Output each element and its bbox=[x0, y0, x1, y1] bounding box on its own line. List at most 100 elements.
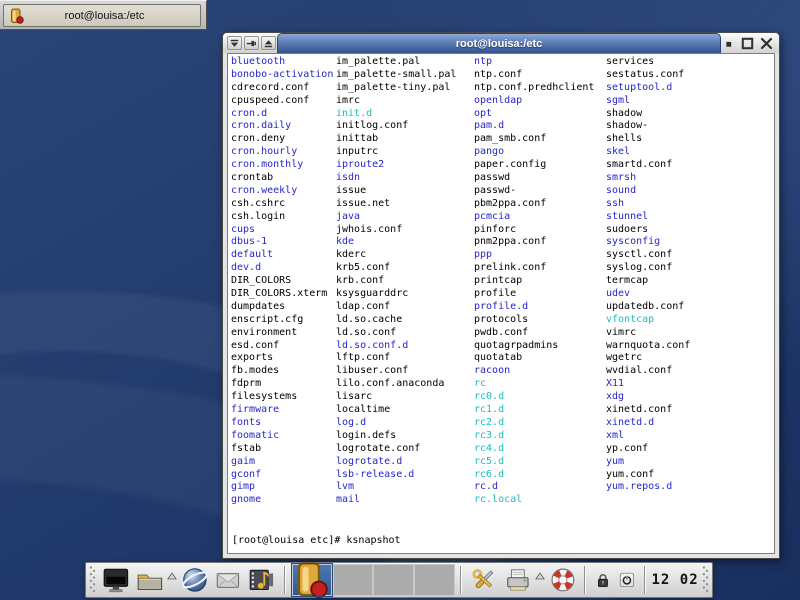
file-entry: lsb-release.d bbox=[336, 469, 456, 482]
system-settings-launcher[interactable] bbox=[469, 565, 499, 595]
file-entry: wgetrc bbox=[606, 352, 690, 365]
window-title-tab[interactable]: root@louisa:/etc bbox=[277, 33, 721, 53]
file-entry: issue.net bbox=[336, 198, 456, 211]
file-entry: rc2.d bbox=[474, 417, 594, 430]
multimedia-launcher[interactable] bbox=[247, 565, 277, 595]
file-entry: ntp.conf bbox=[474, 69, 594, 82]
file-entry: rc5.d bbox=[474, 456, 594, 469]
terminal-prompt-line: [root@louisa etc]# ksnapshot bbox=[232, 535, 401, 548]
file-entry: cron.d bbox=[231, 108, 333, 121]
multimedia-icon bbox=[247, 565, 277, 595]
file-entry: passwd- bbox=[474, 185, 594, 198]
file-entry: sound bbox=[606, 185, 690, 198]
desktop: root@louisa:/etc root@louisa:/etc servic… bbox=[0, 0, 800, 600]
shade-button[interactable] bbox=[261, 36, 276, 50]
window-titlebar[interactable]: root@louisa:/etc bbox=[223, 33, 779, 53]
panel-grip-left[interactable] bbox=[88, 565, 97, 595]
file-entry: vimrc bbox=[606, 327, 690, 340]
mail-launcher[interactable] bbox=[213, 565, 243, 595]
file-entry: pam_smb.conf bbox=[474, 133, 594, 146]
lifesaver-icon bbox=[548, 565, 578, 595]
file-entry: vfontcap bbox=[606, 314, 690, 327]
file-entry: openldap bbox=[474, 95, 594, 108]
file-entry: krb.conf bbox=[336, 275, 456, 288]
pin-icon bbox=[245, 37, 258, 50]
arrow-up-icon bbox=[167, 572, 177, 580]
file-entry: termcap bbox=[606, 275, 690, 288]
lock-session-button[interactable] bbox=[593, 565, 613, 595]
terminal-launcher[interactable] bbox=[101, 565, 131, 595]
file-entry: init.d bbox=[336, 108, 456, 121]
file-entry: firmware bbox=[231, 404, 333, 417]
file-entry: cron.hourly bbox=[231, 146, 333, 159]
file-entry: sysconfig bbox=[606, 236, 690, 249]
file-entry: ldap.conf bbox=[336, 301, 456, 314]
taskbar-button-konsole[interactable]: root@louisa:/etc bbox=[3, 4, 201, 27]
file-entry: pnm2ppa.conf bbox=[474, 236, 594, 249]
file-entry: yp.conf bbox=[606, 443, 690, 456]
titlebar-right-controls bbox=[721, 36, 774, 50]
file-entry: warnquota.conf bbox=[606, 340, 690, 353]
file-entry: rc.local bbox=[474, 494, 594, 507]
web-browser-launcher[interactable] bbox=[180, 565, 210, 595]
file-entry: csh.login bbox=[231, 211, 333, 224]
file-entry: pcmcia bbox=[474, 211, 594, 224]
file-entry: libuser.conf bbox=[336, 365, 456, 378]
shade-icon bbox=[262, 37, 275, 50]
file-entry: gnome bbox=[231, 494, 333, 507]
file-entry: exports bbox=[231, 352, 333, 365]
file-entry: paper.config bbox=[474, 159, 594, 172]
close-button[interactable] bbox=[759, 36, 774, 50]
keep-above-button[interactable] bbox=[244, 36, 259, 50]
help-launcher[interactable] bbox=[548, 565, 578, 595]
file-entry: opt bbox=[474, 108, 594, 121]
file-entry: isdn bbox=[336, 172, 456, 185]
file-entry: dumpdates bbox=[231, 301, 333, 314]
window-menu-button[interactable] bbox=[227, 36, 242, 50]
grip-icon bbox=[701, 563, 710, 597]
file-entry: cron.monthly bbox=[231, 159, 333, 172]
file-entry: X11 bbox=[606, 378, 690, 391]
file-entry: logrotate.d bbox=[336, 456, 456, 469]
file-entry: sysctl.conf bbox=[606, 249, 690, 262]
empty-task-slot bbox=[333, 564, 374, 596]
panel-separator bbox=[460, 566, 462, 594]
file-entry: passwd bbox=[474, 172, 594, 185]
konsole-icon bbox=[293, 561, 331, 599]
file-entry: setuptool.d bbox=[606, 82, 690, 95]
file-entry: rc3.d bbox=[474, 430, 594, 443]
panel-grip-right[interactable] bbox=[701, 565, 710, 595]
file-entry: rc0.d bbox=[474, 391, 594, 404]
maximize-button[interactable] bbox=[740, 36, 755, 50]
file-entry: sgml bbox=[606, 95, 690, 108]
printer-menu-arrow[interactable] bbox=[535, 565, 546, 595]
listing-column-3: ntpntp.confntp.conf.predhclientopenldapo… bbox=[474, 56, 594, 507]
file-entry: dbus-1 bbox=[231, 236, 333, 249]
close-icon bbox=[759, 36, 774, 51]
minimize-button[interactable] bbox=[721, 36, 736, 50]
terminal-output-area[interactable]: servicessestatus.confsetuptool.dsgmlshad… bbox=[227, 53, 775, 554]
file-manager-menu-arrow[interactable] bbox=[167, 565, 178, 595]
file-entry: profile bbox=[474, 288, 594, 301]
file-entry: DIR_COLORS.xterm bbox=[231, 288, 333, 301]
minimize-icon bbox=[721, 36, 736, 51]
printer-launcher[interactable] bbox=[503, 565, 533, 595]
file-entry: esd.conf bbox=[231, 340, 333, 353]
file-entry: printcap bbox=[474, 275, 594, 288]
file-manager-launcher[interactable] bbox=[135, 565, 165, 595]
file-entry: fdprm bbox=[231, 378, 333, 391]
file-entry: profile.d bbox=[474, 301, 594, 314]
titlebar-left-controls bbox=[227, 36, 276, 50]
logout-button[interactable] bbox=[617, 565, 637, 595]
window-menu-icon bbox=[228, 37, 241, 50]
globe-icon bbox=[180, 565, 210, 595]
panel-clock[interactable]: 12 02 bbox=[651, 565, 699, 595]
file-entry: cups bbox=[231, 224, 333, 237]
file-entry: sestatus.conf bbox=[606, 69, 690, 82]
file-entry: quotatab bbox=[474, 352, 594, 365]
file-entry: yum bbox=[606, 456, 690, 469]
active-task-konsole[interactable] bbox=[292, 564, 332, 596]
file-entry: im_palette-small.pal bbox=[336, 69, 456, 82]
file-entry: fonts bbox=[231, 417, 333, 430]
file-entry: ntp bbox=[474, 56, 594, 69]
